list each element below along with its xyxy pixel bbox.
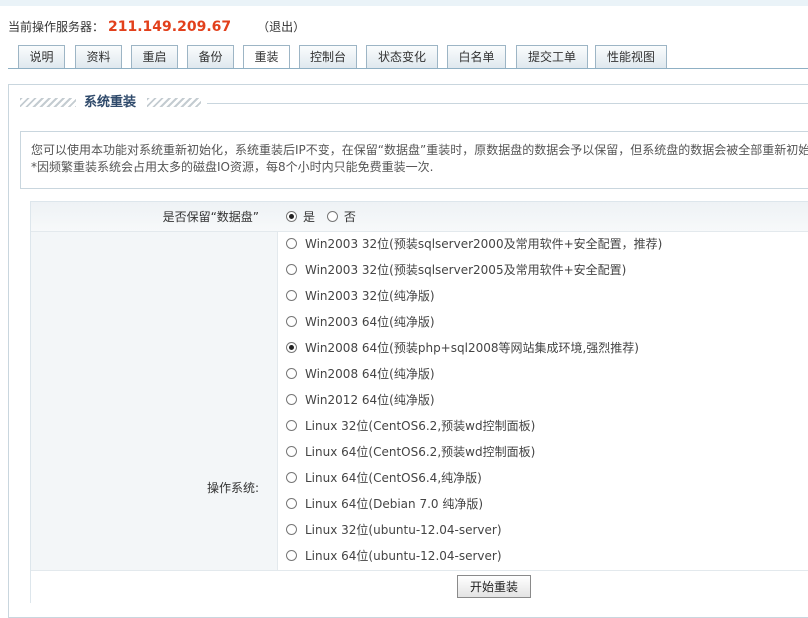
os-radio[interactable]: [286, 290, 297, 301]
os-option[interactable]: Linux 64位(CentOS6.4,纯净版): [286, 468, 482, 488]
tab-submit-ticket[interactable]: 提交工单: [516, 45, 588, 68]
legend-decoration-left: [20, 98, 76, 107]
os-option-label: Linux 32位(CentOS6.2,预装wd控制面板): [305, 419, 536, 433]
os-radio[interactable]: [286, 498, 297, 509]
os-radio[interactable]: [286, 420, 297, 431]
os-option[interactable]: Linux 64位(ubuntu-12.04-server): [286, 546, 502, 566]
section-title: 系统重装: [84, 95, 137, 110]
reinstall-form: 是否保留“数据盘” 是 否 操作系统: Win2003 32位(预装sqlser…: [30, 201, 808, 603]
legend-divider: [207, 103, 808, 104]
os-radio[interactable]: [286, 394, 297, 405]
os-option-label: Win2012 64位(纯净版): [305, 393, 435, 407]
os-option-label: Linux 64位(ubuntu-12.04-server): [305, 549, 502, 563]
server-label: 当前操作服务器：: [8, 20, 105, 34]
os-option-label: Win2003 32位(纯净版): [305, 289, 435, 303]
tab-reinstall[interactable]: 重装: [243, 45, 290, 69]
os-option-label: Win2008 64位(纯净版): [305, 367, 435, 381]
notice-box: 您可以使用本功能对系统重新初始化，系统重装后IP不变，在保留“数据盘”重装时，原…: [20, 131, 808, 189]
submit-row: 开始重装: [31, 570, 808, 603]
os-option[interactable]: Linux 64位(CentOS6.2,预装wd控制面板): [286, 442, 535, 462]
os-option-label: Win2003 32位(预装sqlserver2000及常用软件+安全配置，推荐…: [305, 237, 663, 251]
notice-line-1: 您可以使用本功能对系统重新初始化，系统重装后IP不变，在保留“数据盘”重装时，原…: [31, 143, 808, 157]
tab-whitelist[interactable]: 白名单: [447, 45, 506, 68]
label-column: [31, 202, 278, 570]
keep-data-disk-label: 是否保留“数据盘”: [162, 210, 259, 224]
os-option-label: Linux 32位(ubuntu-12.04-server): [305, 523, 502, 537]
os-option[interactable]: Win2003 32位(预装sqlserver2005及常用软件+安全配置): [286, 260, 626, 280]
os-option[interactable]: Win2008 64位(纯净版): [286, 364, 435, 384]
os-option-label: Linux 64位(Debian 7.0 纯净版): [305, 497, 484, 511]
reinstall-section: 系统重装 您可以使用本功能对系统重新初始化，系统重装后IP不变，在保留“数据盘”…: [8, 84, 808, 618]
keep-data-disk-options: 是 否: [286, 208, 356, 226]
os-radio[interactable]: [286, 342, 297, 353]
os-option[interactable]: Win2003 32位(纯净版): [286, 286, 435, 306]
keep-no-label: 否: [343, 210, 356, 224]
os-option[interactable]: Linux 32位(ubuntu-12.04-server): [286, 520, 502, 540]
start-reinstall-button[interactable]: 开始重装: [457, 575, 531, 598]
tab-backup[interactable]: 备份: [187, 45, 234, 68]
os-option[interactable]: Linux 32位(CentOS6.2,预装wd控制面板): [286, 416, 535, 436]
keep-yes-label: 是: [303, 210, 316, 224]
logout-link[interactable]: （退出）: [257, 20, 305, 34]
os-option-label: Win2003 32位(预装sqlserver2005及常用软件+安全配置): [305, 263, 627, 277]
tab-performance[interactable]: 性能视图: [595, 45, 667, 68]
os-radio[interactable]: [286, 316, 297, 327]
os-option[interactable]: Win2003 32位(预装sqlserver2000及常用软件+安全配置，推荐…: [286, 234, 662, 254]
os-label: 操作系统:: [206, 481, 259, 495]
os-option[interactable]: Win2012 64位(纯净版): [286, 390, 435, 410]
os-option[interactable]: Win2003 64位(纯净版): [286, 312, 435, 332]
server-info: 当前操作服务器： 211.149.209.67 （退出）: [8, 18, 305, 36]
os-radio[interactable]: [286, 550, 297, 561]
tab-underline: [8, 68, 808, 69]
tab-profile[interactable]: 资料: [75, 45, 122, 68]
os-option-label: Win2008 64位(预装php+sql2008等网站集成环境,强烈推荐): [305, 341, 639, 355]
os-radio[interactable]: [286, 472, 297, 483]
notice-line-2: *因频繁重装系统会占用太多的磁盘IO资源，每8个小时内只能免费重装一次.: [31, 160, 434, 174]
os-option-label: Linux 64位(CentOS6.4,纯净版): [305, 471, 482, 485]
os-radio[interactable]: [286, 446, 297, 457]
os-radio[interactable]: [286, 264, 297, 275]
os-option-label: Win2003 64位(纯净版): [305, 315, 435, 329]
os-radio[interactable]: [286, 368, 297, 379]
legend-decoration-right: [147, 98, 201, 107]
os-radio[interactable]: [286, 238, 297, 249]
tab-help[interactable]: 说明: [18, 45, 65, 68]
os-option-label: Linux 64位(CentOS6.2,预装wd控制面板): [305, 445, 536, 459]
top-banner-strip: [0, 0, 808, 6]
tab-status-changes[interactable]: 状态变化: [366, 45, 438, 68]
keep-data-disk-row: 是否保留“数据盘” 是 否: [31, 202, 808, 232]
os-option[interactable]: Linux 64位(Debian 7.0 纯净版): [286, 494, 483, 514]
server-ip: 211.149.209.67: [108, 19, 232, 35]
os-option[interactable]: Win2008 64位(预装php+sql2008等网站集成环境,强烈推荐): [286, 338, 639, 358]
keep-yes-radio[interactable]: [286, 211, 297, 222]
keep-no-radio[interactable]: [326, 211, 338, 222]
tab-restart[interactable]: 重启: [131, 45, 178, 68]
tab-console[interactable]: 控制台: [299, 45, 357, 68]
os-radio[interactable]: [286, 524, 297, 535]
